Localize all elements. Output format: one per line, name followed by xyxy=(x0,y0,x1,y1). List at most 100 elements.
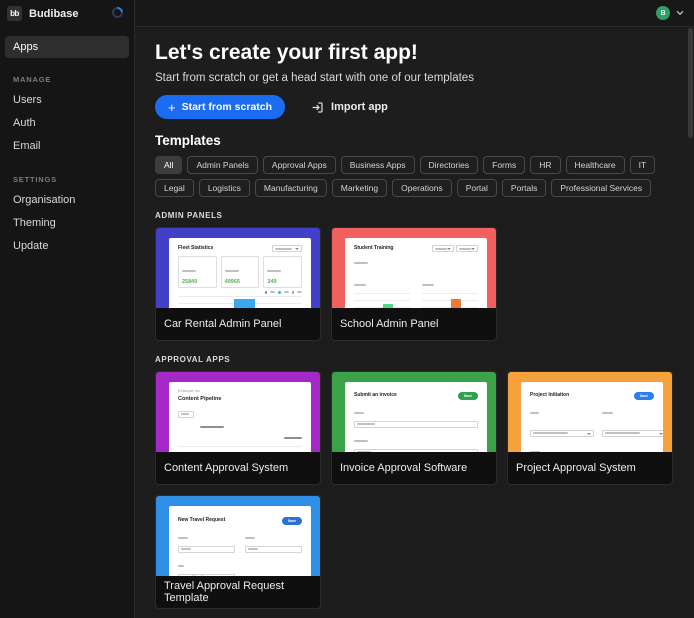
filter-chip-forms[interactable]: Forms xyxy=(483,156,525,174)
mock-input: name@budibase.com xyxy=(178,574,235,576)
template-card-content-approval-system[interactable]: Example Inc Content Pipeline View Decemb… xyxy=(155,371,321,485)
mock-stat-card: 25840 xyxy=(178,256,217,288)
mock-content: Example Inc Content Pipeline View Decemb… xyxy=(169,382,311,452)
filter-chip-admin-panels[interactable]: Admin Panels xyxy=(187,156,257,174)
mock-travel: New Travel RequestSave name@budibase.com… xyxy=(169,506,311,576)
mock-select xyxy=(432,245,454,252)
section-label-admin-panels: ADMIN PANELS xyxy=(155,211,674,220)
mock-input xyxy=(354,421,478,428)
sidebar-item-apps[interactable]: Apps xyxy=(5,36,129,58)
mock-text-bar xyxy=(178,537,188,539)
filter-chip-directories[interactable]: Directories xyxy=(420,156,479,174)
filter-chip-all[interactable]: All xyxy=(155,156,182,174)
mock-text-bar xyxy=(284,291,289,293)
mock-text-bar xyxy=(297,291,302,293)
filter-chip-logistics[interactable]: Logistics xyxy=(199,179,250,197)
sidebar: bb Budibase Apps MANAGE UsersAuthEmail S… xyxy=(0,0,135,618)
filter-chip-business-apps[interactable]: Business Apps xyxy=(341,156,415,174)
mock-text-bar xyxy=(181,548,191,550)
hero-actions: + Start from scratch Import app xyxy=(155,95,674,119)
mock-text-bar xyxy=(354,284,366,286)
sidebar-item-theming[interactable]: Theming xyxy=(0,212,134,235)
caret-down-icon xyxy=(447,248,451,250)
caret-down-icon xyxy=(659,433,663,435)
template-card-title: Content Approval System xyxy=(156,452,320,484)
sidebar-item-email[interactable]: Email xyxy=(0,135,134,158)
template-thumbnail: Submit an invoiceSave January 26, 2022 xyxy=(332,372,496,452)
mock-stat-value: 25840 xyxy=(182,279,213,285)
mock-text-bar xyxy=(245,537,255,539)
mock-school: Student Training xyxy=(345,238,487,308)
filter-chip-it[interactable]: IT xyxy=(630,156,656,174)
mock-text-bar xyxy=(200,426,224,428)
card-grid: Example Inc Content Pipeline View Decemb… xyxy=(155,371,674,609)
template-card-title: Project Approval System xyxy=(508,452,672,484)
scrollbar[interactable] xyxy=(688,28,693,617)
mock-input xyxy=(245,546,302,553)
mock-text-bar xyxy=(530,451,540,452)
template-card-project-approval-system[interactable]: Project InitiationSave Project Approval … xyxy=(507,371,673,485)
template-thumbnail: Project InitiationSave xyxy=(508,372,672,452)
sidebar-item-users[interactable]: Users xyxy=(0,89,134,112)
mock-text-bar xyxy=(422,284,434,286)
mock-text-bar xyxy=(270,291,275,293)
mock-text-bar xyxy=(354,262,368,264)
sidebar-item-organisation[interactable]: Organisation xyxy=(0,189,134,212)
mock-text-bar xyxy=(357,451,371,452)
template-card-invoice-approval-software[interactable]: Submit an invoiceSave January 26, 2022 I… xyxy=(331,371,497,485)
start-from-scratch-button[interactable]: + Start from scratch xyxy=(155,95,285,119)
mock-save-button: Save xyxy=(634,392,654,400)
mock-select xyxy=(530,430,594,437)
filter-chip-legal[interactable]: Legal xyxy=(155,179,194,197)
card-grid: Fleet Statistics 2584049965349 Car Renta… xyxy=(155,227,674,341)
mock-title: Content Pipeline xyxy=(178,396,302,403)
main-area: B Let's create your first app! Start fro… xyxy=(136,0,694,618)
mock-text-bar xyxy=(284,437,302,439)
mock-bar-chart xyxy=(354,293,410,308)
mock-text-bar xyxy=(267,270,281,272)
sidebar-group-label-settings: SETTINGS xyxy=(13,175,121,184)
sidebar-item-auth[interactable]: Auth xyxy=(0,112,134,135)
filter-chip-manufacturing[interactable]: Manufacturing xyxy=(255,179,327,197)
import-app-button[interactable]: Import app xyxy=(311,101,388,114)
mock-filter-button xyxy=(178,411,194,418)
mock-text-bar xyxy=(530,412,539,414)
import-icon xyxy=(311,101,324,114)
mock-stat-value: 349 xyxy=(267,279,298,285)
mock-text-bar xyxy=(354,440,368,442)
sidebar-item-update[interactable]: Update xyxy=(0,235,134,258)
section-label-approval-apps: APPROVAL APPS xyxy=(155,355,674,364)
mock-text-bar xyxy=(533,432,568,434)
mock-text-bar xyxy=(605,432,640,434)
mock-legend xyxy=(178,291,302,294)
template-card-title: Invoice Approval Software xyxy=(332,452,496,484)
template-thumbnail: New Travel RequestSave name@budibase.com… xyxy=(156,496,320,576)
sidebar-header: bb Budibase xyxy=(0,0,134,27)
filter-chip-healthcare[interactable]: Healthcare xyxy=(566,156,625,174)
mock-title: Fleet Statistics xyxy=(178,245,213,251)
filter-chip-approval-apps[interactable]: Approval Apps xyxy=(263,156,336,174)
mock-text-bar xyxy=(435,248,447,250)
mock-save-button: Save xyxy=(458,392,478,400)
scrollbar-thumb[interactable] xyxy=(688,28,693,138)
template-filters: All Admin Panels Approval Apps Business … xyxy=(155,156,674,197)
caret-down-icon xyxy=(587,433,591,435)
filter-chip-operations[interactable]: Operations xyxy=(392,179,452,197)
mock-text-bar xyxy=(182,270,196,272)
filter-chip-marketing[interactable]: Marketing xyxy=(332,179,387,197)
filter-chip-portals[interactable]: Portals xyxy=(502,179,546,197)
template-card-car-rental-admin-panel[interactable]: Fleet Statistics 2584049965349 Car Renta… xyxy=(155,227,321,341)
filter-chip-hr[interactable]: HR xyxy=(530,156,560,174)
template-card-title: School Admin Panel xyxy=(332,308,496,340)
filter-chip-portal[interactable]: Portal xyxy=(457,179,497,197)
template-card-title: Car Rental Admin Panel xyxy=(156,308,320,340)
mock-text-bar xyxy=(354,412,364,414)
filter-chip-professional-services[interactable]: Professional Services xyxy=(551,179,651,197)
budibase-logo-icon: bb xyxy=(7,6,22,21)
template-card-school-admin-panel[interactable]: Student Training Schoo xyxy=(331,227,497,341)
chevron-down-icon[interactable] xyxy=(675,8,685,18)
template-card-travel-approval-request-template[interactable]: New Travel RequestSave name@budibase.com… xyxy=(155,495,321,609)
page-title: Let's create your first app! xyxy=(155,41,674,65)
user-avatar[interactable]: B xyxy=(656,6,670,20)
mock-select xyxy=(602,430,663,437)
